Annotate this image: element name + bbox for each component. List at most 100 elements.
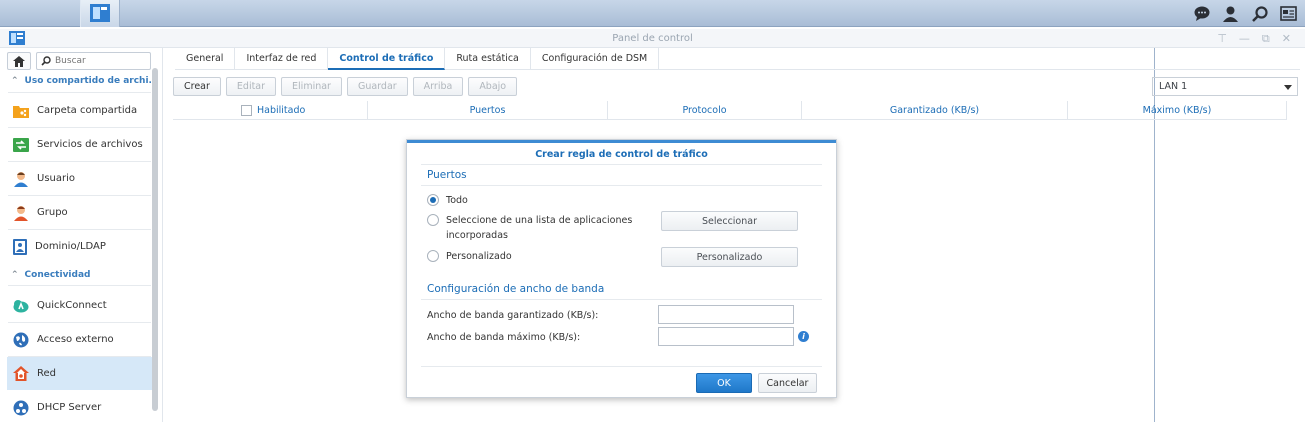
interface-select-value: LAN 1	[1159, 81, 1188, 92]
divider	[421, 366, 822, 367]
guaranteed-bandwidth-label: Ancho de banda garantizado (KB/s):	[427, 310, 599, 321]
bandwidth-section-title: Configuración de ancho de banda	[427, 283, 605, 295]
window-titlebar: Panel de control ⊤ — ⧉ ✕	[0, 29, 1305, 48]
control-panel-icon	[90, 4, 110, 22]
tab-static-route[interactable]: Ruta estática	[445, 48, 531, 70]
save-button[interactable]: Guardar	[346, 77, 408, 96]
radio-all-option[interactable]: Todo	[427, 193, 468, 208]
section-label: Conectividad	[24, 270, 91, 280]
column-maximum[interactable]: Máximo (KB/s)	[1068, 101, 1287, 120]
ports-section-title: Puertos	[427, 169, 467, 181]
section-connectivity[interactable]: ⌃ Conectividad	[11, 270, 90, 280]
sidebar-item-label: Servicios de archivos	[37, 139, 143, 150]
user-icon	[14, 171, 28, 187]
search-input[interactable]	[55, 56, 145, 66]
max-bandwidth-input[interactable]	[658, 327, 794, 346]
divider	[421, 299, 822, 300]
radio-label: Seleccione de una lista de aplicaciones …	[446, 215, 633, 241]
select-all-checkbox[interactable]	[241, 105, 252, 116]
chevron-up-icon: ⌃	[11, 76, 19, 86]
sidebar-item-network[interactable]: Red	[7, 357, 152, 390]
sidebar-item-label: QuickConnect	[37, 300, 107, 311]
maximize-icon[interactable]: ⧉	[1262, 32, 1270, 46]
toolbar: Crear Editar Eliminar Guardar Arriba Aba…	[173, 77, 518, 96]
radio-apps[interactable]	[427, 214, 439, 226]
info-icon[interactable]: i	[798, 331, 809, 342]
column-protocol[interactable]: Protocolo	[608, 101, 802, 120]
sidebar-item-file-services[interactable]: Servicios de archivos	[7, 128, 152, 161]
divider	[421, 164, 822, 165]
file-services-icon	[13, 137, 29, 152]
divider	[8, 285, 151, 286]
chevron-up-icon: ⌃	[11, 270, 19, 280]
window-title: Panel de control	[612, 33, 693, 44]
ok-button[interactable]: OK	[696, 373, 752, 393]
column-label: Habilitado	[257, 105, 306, 116]
taskbar	[0, 0, 1305, 422]
column-enabled[interactable]: Habilitado	[173, 101, 368, 120]
dialog-accent-bar	[407, 140, 836, 143]
max-bandwidth-label: Ancho de banda máximo (KB/s):	[427, 332, 581, 343]
group-icon	[14, 205, 28, 221]
create-traffic-rule-dialog: Crear regla de control de tráfico Puerto…	[406, 139, 837, 398]
tab-network-interface[interactable]: Interfaz de red	[235, 48, 329, 70]
radio-custom[interactable]	[427, 250, 439, 262]
column-guaranteed[interactable]: Garantizado (KB/s)	[802, 101, 1068, 120]
sidebar-item-label: DHCP Server	[37, 402, 102, 413]
tab-general[interactable]: General	[175, 48, 236, 70]
guaranteed-bandwidth-input[interactable]	[658, 305, 794, 324]
chat-icon[interactable]	[1191, 3, 1212, 24]
sidebar-item-label: Usuario	[37, 173, 76, 184]
divider	[421, 185, 822, 186]
sidebar-item-shared-folder[interactable]: Carpeta compartida	[7, 94, 152, 127]
search-field[interactable]	[36, 52, 151, 70]
grid-header: Habilitado Puertos Protocolo Garantizado…	[173, 101, 1287, 120]
interface-select[interactable]: LAN 1	[1152, 77, 1298, 96]
sidebar-item-label: Dominio/LDAP	[35, 241, 106, 252]
minimize-icon[interactable]: —	[1239, 32, 1250, 46]
move-up-button[interactable]: Arriba	[412, 77, 464, 96]
select-button[interactable]: Seleccionar	[661, 211, 798, 231]
sidebar-item-user[interactable]: Usuario	[7, 162, 152, 195]
sidebar-item-group[interactable]: Grupo	[7, 196, 152, 229]
sidebar-item-label: Grupo	[37, 207, 68, 218]
sidebar: ⌃ Uso compartido de archi... Carpeta com…	[0, 48, 160, 422]
edit-button[interactable]: Editar	[225, 77, 277, 96]
user-icon[interactable]	[1220, 3, 1241, 24]
custom-button[interactable]: Personalizado	[661, 247, 798, 267]
create-button[interactable]: Crear	[173, 77, 221, 96]
quickconnect-icon	[13, 300, 29, 313]
sidebar-item-external-access[interactable]: Acceso externo	[7, 323, 152, 356]
delete-button[interactable]: Eliminar	[281, 77, 342, 96]
divider	[8, 92, 151, 93]
tab-traffic-control[interactable]: Control de tráfico	[328, 48, 446, 70]
cancel-button[interactable]: Cancelar	[758, 373, 817, 393]
radio-label: Todo	[446, 195, 468, 206]
section-file-sharing[interactable]: ⌃ Uso compartido de archi...	[11, 76, 159, 86]
close-icon[interactable]: ✕	[1282, 32, 1291, 46]
widgets-icon[interactable]	[1278, 3, 1299, 24]
sidebar-item-quickconnect[interactable]: QuickConnect	[7, 289, 152, 322]
radio-apps-option[interactable]: Seleccione de una lista de aplicaciones …	[427, 213, 637, 243]
pin-icon[interactable]: ⊤	[1217, 32, 1227, 46]
dialog-title: Crear regla de control de tráfico	[535, 149, 708, 160]
control-panel-taskbar-button[interactable]	[80, 0, 120, 27]
globe-icon	[13, 332, 29, 347]
tab-dsm-settings[interactable]: Configuración de DSM	[531, 48, 660, 70]
radio-custom-option[interactable]: Personalizado	[427, 249, 512, 264]
shared-folder-icon	[13, 105, 29, 118]
sidebar-scrollbar[interactable]	[152, 68, 158, 411]
section-label: Uso compartido de archi...	[24, 76, 159, 86]
column-ports[interactable]: Puertos	[368, 101, 608, 120]
search-icon[interactable]	[1249, 3, 1270, 24]
sidebar-item-dhcp-server[interactable]: DHCP Server	[7, 391, 152, 422]
sidebar-item-label: Carpeta compartida	[37, 105, 138, 116]
radio-all[interactable]	[427, 194, 439, 206]
sidebar-item-domain-ldap[interactable]: Dominio/LDAP	[7, 230, 152, 263]
home-button[interactable]	[7, 52, 31, 70]
move-down-button[interactable]: Abajo	[468, 77, 518, 96]
sidebar-item-label: Acceso externo	[37, 334, 114, 345]
dhcp-icon	[13, 400, 29, 415]
domain-ldap-icon	[13, 238, 27, 255]
search-icon	[41, 56, 51, 66]
